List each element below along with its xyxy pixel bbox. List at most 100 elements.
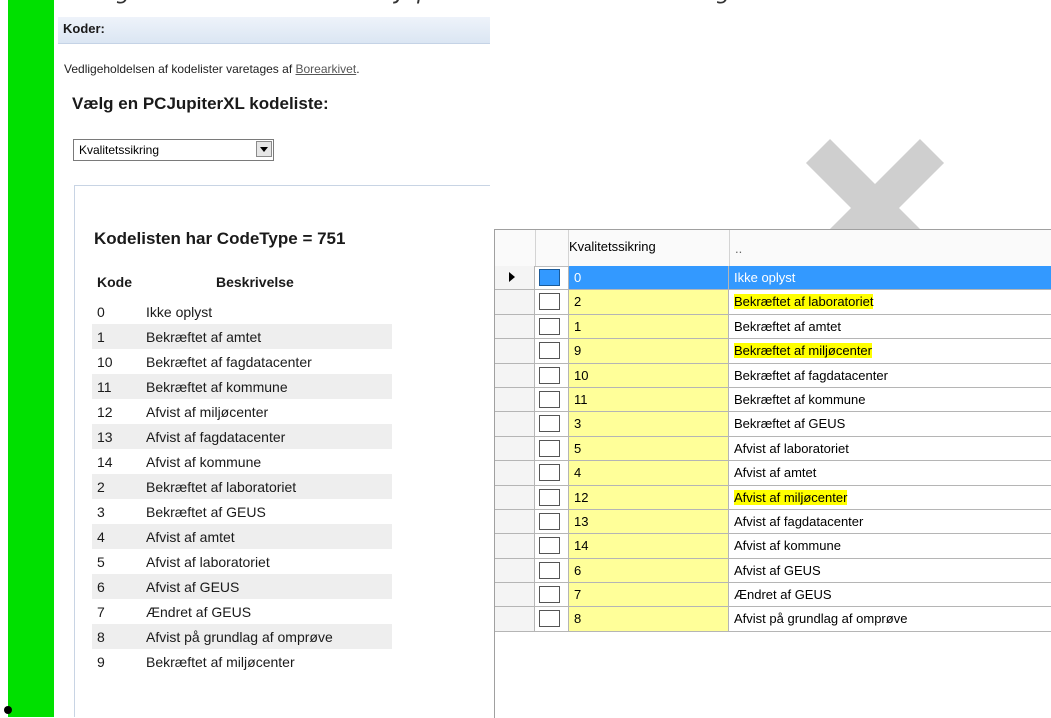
grid-cell-description[interactable]: Bekræftet af amtet bbox=[729, 315, 1051, 338]
grid-row[interactable]: 5 Afvist af laboratoriet bbox=[495, 436, 1051, 462]
row-checkbox[interactable] bbox=[539, 610, 560, 628]
grid-cell-code[interactable]: 4 bbox=[568, 461, 729, 485]
row-checkbox[interactable] bbox=[539, 586, 560, 604]
row-checkbox[interactable] bbox=[539, 512, 560, 530]
row-header[interactable] bbox=[495, 485, 535, 509]
grid-row[interactable]: 0 Ikke oplyst bbox=[495, 266, 1051, 291]
row-code: 6 bbox=[97, 579, 105, 595]
grid-row[interactable]: 3 Bekræftet af GEUS bbox=[495, 412, 1051, 437]
grid-column-header-description[interactable]: .. bbox=[735, 241, 742, 256]
grid-cell-description-text: Ændret af GEUS bbox=[734, 587, 832, 603]
grid-cell-code[interactable]: 2 bbox=[568, 290, 729, 314]
grid-cell-description[interactable]: Afvist på grundlag af omprøve bbox=[729, 607, 1051, 630]
row-header[interactable] bbox=[495, 314, 535, 339]
grid-cell-description[interactable]: Bekræftet af fagdatacenter bbox=[729, 364, 1051, 387]
row-checkbox[interactable] bbox=[539, 561, 560, 579]
intro-prefix: Vedligeholdelsen af kodelister varetages… bbox=[64, 62, 296, 76]
grid-cell-description[interactable]: Afvist af kommune bbox=[729, 534, 1051, 557]
grid-cell-code[interactable]: 5 bbox=[568, 436, 729, 461]
grid-row[interactable]: 9 Bekræftet af miljøcenter bbox=[495, 339, 1051, 364]
grid-row[interactable]: 2 Bekræftet af laboratoriet bbox=[495, 290, 1051, 315]
row-code: 7 bbox=[97, 604, 105, 620]
grid-row[interactable]: 10 Bekræftet af fagdatacenter bbox=[495, 363, 1051, 388]
grid-cell-description[interactable]: Ændret af GEUS bbox=[729, 583, 1051, 606]
row-header[interactable] bbox=[495, 607, 535, 631]
grid-row[interactable]: 8 Afvist på grundlag af omprøve bbox=[495, 607, 1051, 632]
table-row: 4 Afvist af amtet bbox=[92, 524, 392, 549]
row-header[interactable] bbox=[495, 266, 535, 290]
row-header[interactable] bbox=[495, 558, 535, 583]
grid-cell-description[interactable]: Afvist af laboratoriet bbox=[729, 437, 1051, 460]
grid-cell-description[interactable]: Bekræftet af GEUS bbox=[729, 412, 1051, 435]
row-checkbox[interactable] bbox=[539, 439, 560, 457]
grid-cell-description[interactable]: Bekræftet af miljøcenter bbox=[729, 339, 1051, 362]
row-header[interactable] bbox=[495, 412, 535, 436]
row-checkbox[interactable] bbox=[539, 537, 560, 555]
grid-cell-code-text: 4 bbox=[574, 465, 582, 481]
grid-cell-code-text: 1 bbox=[574, 318, 582, 334]
grid-column-header-kvalitetssikring[interactable]: Kvalitetssikring bbox=[569, 239, 656, 254]
grid-cell-code[interactable]: 8 bbox=[568, 607, 729, 631]
grid-cell-description-text: Afvist af amtet bbox=[734, 465, 817, 481]
grid-cell-description[interactable]: Bekræftet af laboratoriet bbox=[729, 290, 1051, 313]
grid-cell-code[interactable]: 0 bbox=[568, 266, 729, 290]
grid-row[interactable]: 6 Afvist af GEUS bbox=[495, 558, 1051, 584]
grid-row[interactable]: 7 Ændret af GEUS bbox=[495, 583, 1051, 608]
row-code: 14 bbox=[97, 454, 113, 470]
grid-cell-description[interactable]: Afvist af amtet bbox=[729, 461, 1051, 484]
grid-cell-code[interactable]: 14 bbox=[568, 534, 729, 558]
green-side-bar bbox=[8, 0, 54, 717]
grid-cell-description[interactable]: Afvist af GEUS bbox=[729, 559, 1051, 582]
grid-row[interactable]: 1 Bekræftet af amtet bbox=[495, 314, 1051, 340]
grid-cell-code[interactable]: 7 bbox=[568, 583, 729, 607]
row-checkbox[interactable] bbox=[539, 415, 560, 433]
grid-cell-code[interactable]: 12 bbox=[568, 485, 729, 509]
grid-row[interactable]: 4 Afvist af amtet bbox=[495, 461, 1051, 486]
row-header[interactable] bbox=[495, 290, 535, 314]
row-header[interactable] bbox=[495, 436, 535, 461]
row-code: 5 bbox=[97, 554, 105, 570]
grid-cell-code[interactable]: 11 bbox=[568, 387, 729, 412]
borearkivet-link[interactable]: Borearkivet bbox=[296, 62, 357, 76]
grid-cell-code[interactable]: 6 bbox=[568, 558, 729, 583]
grid-cell-code[interactable]: 3 bbox=[568, 412, 729, 436]
grid-row[interactable]: 11 Bekræftet af kommune bbox=[495, 387, 1051, 413]
grid-row[interactable]: 14 Afvist af kommune bbox=[495, 534, 1051, 559]
grid-row[interactable]: 12 Afvist af miljøcenter bbox=[495, 485, 1051, 510]
grid-cell-description[interactable]: Bekræftet af kommune bbox=[729, 388, 1051, 411]
grid-cell-code[interactable]: 9 bbox=[568, 339, 729, 363]
grid-cell-code-text: 14 bbox=[574, 538, 589, 554]
row-header[interactable] bbox=[495, 387, 535, 412]
grid-row[interactable]: 13 Afvist af fagdatacenter bbox=[495, 509, 1051, 535]
row-header[interactable] bbox=[495, 583, 535, 607]
code-table: 0 Ikke oplyst 1 Bekræftet af amtet 10 Bekræft… bbox=[92, 299, 392, 674]
row-header[interactable] bbox=[495, 461, 535, 485]
grid-cell-code-text: 0 bbox=[574, 270, 582, 285]
chevron-down-icon[interactable] bbox=[256, 141, 272, 157]
row-description: Afvist af GEUS bbox=[146, 579, 240, 595]
table-row: 0 Ikke oplyst bbox=[92, 299, 392, 324]
grid-cell-code[interactable]: 10 bbox=[568, 363, 729, 387]
table-row: 13 Afvist af fagdatacenter bbox=[92, 424, 392, 449]
grid-cell-code-text: 12 bbox=[574, 489, 589, 505]
row-checkbox[interactable] bbox=[539, 464, 560, 482]
row-checkbox[interactable] bbox=[539, 293, 560, 311]
row-checkbox[interactable] bbox=[539, 269, 560, 286]
row-header[interactable] bbox=[495, 363, 535, 387]
grid-cell-code[interactable]: 13 bbox=[568, 509, 729, 534]
grid-cell-description-text: Afvist på grundlag af omprøve bbox=[734, 611, 908, 627]
grid-rows: 0 Ikke oplyst 2 Bekræftet af laboratoriet 1 B… bbox=[495, 266, 1051, 632]
codelist-select[interactable]: Kvalitetssikring bbox=[73, 139, 274, 161]
row-checkbox[interactable] bbox=[539, 390, 560, 408]
row-checkbox[interactable] bbox=[539, 488, 560, 506]
grid-cell-description[interactable]: Ikke oplyst bbox=[729, 266, 1051, 290]
row-header[interactable] bbox=[495, 509, 535, 534]
grid-cell-description[interactable]: Afvist af fagdatacenter bbox=[729, 510, 1051, 533]
row-checkbox[interactable] bbox=[539, 342, 560, 360]
row-checkbox[interactable] bbox=[539, 366, 560, 384]
row-checkbox[interactable] bbox=[539, 317, 560, 335]
row-header[interactable] bbox=[495, 339, 535, 363]
grid-cell-description[interactable]: Afvist af miljøcenter bbox=[729, 486, 1051, 509]
row-header[interactable] bbox=[495, 534, 535, 558]
grid-cell-code[interactable]: 1 bbox=[568, 314, 729, 339]
